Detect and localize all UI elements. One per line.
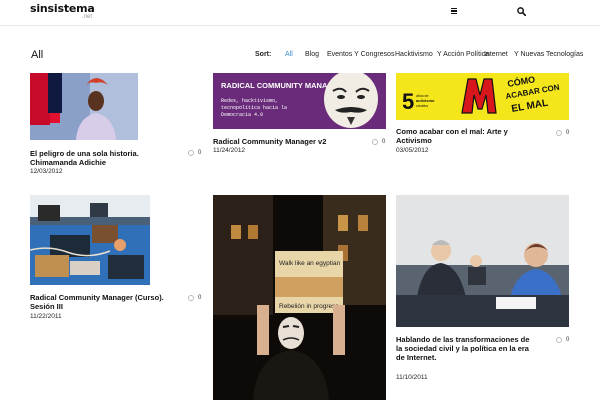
post-date: 11/10/2011	[396, 374, 428, 381]
filter-internet[interactable]: Internet	[484, 51, 508, 58]
sort-label: Sort:	[255, 51, 272, 58]
filter-eventos-y-congresos[interactable]: Eventos Y Congresos	[327, 51, 394, 58]
filter-accion-politica[interactable]: Y Acción Política	[437, 51, 489, 58]
post-thumbnail[interactable]: 5 años de activismo creativo CÓMO ACABAR…	[396, 73, 569, 120]
post-thumbnail[interactable]	[396, 195, 569, 327]
comment-count[interactable]: 0	[372, 139, 385, 145]
post-thumbnail[interactable]	[30, 73, 138, 140]
post-title[interactable]: Radical Community Manager (Curso). Sesió…	[30, 293, 180, 311]
comment-icon	[556, 130, 562, 136]
sort-filter-bar: Sort: All Blog Eventos Y Congresos Hackt…	[0, 51, 600, 61]
post-date: 11/22/2011	[30, 313, 62, 320]
thumb-small-line: creativo	[416, 104, 428, 108]
post-thumbnail[interactable]	[30, 195, 150, 285]
thumb-small-line: activismo	[416, 98, 435, 103]
comment-icon	[188, 150, 194, 156]
comment-count[interactable]: 0	[556, 130, 569, 136]
comment-number: 0	[566, 130, 570, 136]
thumb-text-line: Democracia 4.0	[221, 112, 263, 118]
logo-suffix: .net	[82, 14, 93, 20]
sign-text-line: Walk like an egyptian	[279, 260, 341, 267]
post-title[interactable]: Radical Community Manager v2	[213, 137, 363, 146]
post-thumbnail[interactable]: RADICAL COMMUNITY MANAGER Redes, hacktiv…	[213, 73, 386, 129]
sign-text-line: Rebelión in progress	[279, 303, 339, 310]
filter-hacktivismo[interactable]: Hacktivismo	[395, 51, 433, 58]
filter-nuevas-tecnologias[interactable]: Y Nuevas Tecnologías	[514, 51, 583, 58]
search-icon[interactable]	[517, 7, 526, 16]
menu-icon[interactable]	[451, 8, 457, 15]
comment-number: 0	[566, 337, 570, 343]
post-title[interactable]: Como acabar con el mal: Arte y Activismo	[396, 127, 536, 145]
comment-count[interactable]: 0	[188, 150, 201, 156]
thumb-heading: RADICAL COMMUNITY MANAGER	[221, 81, 344, 90]
comment-number: 0	[198, 150, 202, 156]
filter-all[interactable]: All	[285, 51, 293, 58]
post-thumbnail[interactable]: Walk like an egyptian Rebelión in progre…	[213, 195, 386, 400]
filter-blog[interactable]: Blog	[305, 51, 319, 58]
site-header: sinsistema .net	[0, 0, 600, 26]
comment-number: 0	[382, 139, 386, 145]
thumb-text-line: tecnopolítica hacia la	[221, 105, 287, 111]
comment-icon	[556, 337, 562, 343]
thumb-number: 5	[402, 89, 414, 114]
comment-number: 0	[198, 295, 202, 301]
post-date: 03/05/2012	[396, 147, 429, 154]
post-title[interactable]: El peligro de una sola historia. Chimama…	[30, 149, 180, 167]
post-date: 12/03/2012	[30, 168, 63, 175]
comment-icon	[372, 139, 378, 145]
site-logo[interactable]: sinsistema .net	[30, 3, 95, 21]
comment-count[interactable]: 0	[188, 295, 201, 301]
post-title[interactable]: Hablando de las transformaciones de la s…	[396, 335, 531, 362]
comment-icon	[188, 295, 194, 301]
post-date: 11/24/2012	[213, 147, 246, 154]
thumb-text-line: Redes, hacktivismo,	[221, 98, 278, 104]
comment-count[interactable]: 0	[556, 337, 569, 343]
